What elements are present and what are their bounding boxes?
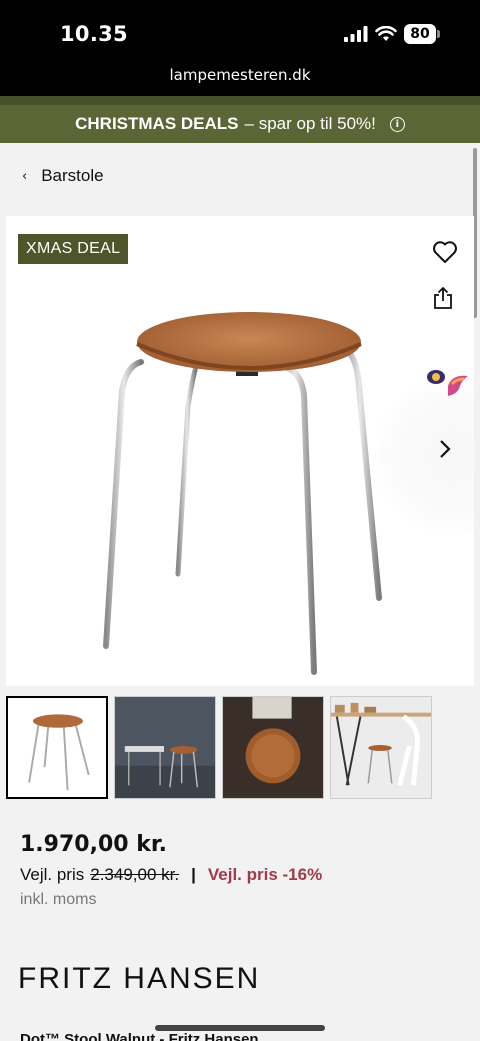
- vat-note: inkl. moms: [20, 891, 97, 908]
- price-separator: |: [191, 865, 196, 884]
- share-icon[interactable]: [432, 286, 454, 310]
- promo-bold: CHRISTMAS DEALS: [75, 114, 239, 133]
- price: 1.970,00 kr.: [20, 832, 167, 857]
- signal-icon: [344, 26, 368, 42]
- wifi-icon: [375, 26, 397, 41]
- status-time: 10.35: [60, 22, 128, 46]
- thumbnail-image: [115, 697, 215, 798]
- home-indicator[interactable]: [155, 1025, 325, 1031]
- thumbnail-image: [331, 697, 431, 798]
- brand-logo[interactable]: FRITZ HANSEN: [18, 962, 260, 996]
- battery-level: 80: [404, 24, 436, 44]
- thumbnail-image: [8, 698, 106, 797]
- thumbnail-strip: [6, 696, 432, 799]
- discount-label: Vejl. pris -16%: [207, 865, 323, 884]
- thumbnail-3[interactable]: [222, 696, 324, 799]
- price-block: 1.970,00 kr. Vejl. pris 2.349,00 kr. | V…: [20, 832, 322, 909]
- thumbnail-1[interactable]: [6, 696, 108, 799]
- breadcrumb-label[interactable]: Barstole: [41, 166, 103, 186]
- xmas-deal-badge: XMAS DEAL: [18, 234, 129, 264]
- thumbnail-image: [223, 697, 323, 798]
- promo-text: – spar op til 50%!: [244, 114, 376, 133]
- breadcrumb[interactable]: ‹ Barstole: [22, 166, 104, 186]
- heart-icon[interactable]: [432, 240, 458, 264]
- rrp-label: Vejl. pris: [20, 865, 85, 884]
- rrp-value: 2.349,00 kr.: [90, 865, 180, 884]
- promo-banner[interactable]: CHRISTMAS DEALS – spar op til 50%! i: [0, 96, 480, 143]
- chevron-right-icon[interactable]: [438, 438, 452, 460]
- battery-tip: [437, 30, 440, 38]
- status-bar: 10.35 80 lampemesteren.dk: [0, 0, 480, 96]
- status-icons: 80: [344, 24, 440, 44]
- info-icon[interactable]: i: [389, 116, 405, 132]
- product-title: Dot™ Stool Walnut - Fritz Hansen: [20, 1031, 259, 1041]
- product-image: [103, 312, 382, 675]
- thumbnail-4[interactable]: [330, 696, 432, 799]
- rrp-line: Vejl. pris 2.349,00 kr. | Vejl. pris -16…: [20, 865, 322, 885]
- chevron-left-icon[interactable]: ‹: [22, 169, 27, 184]
- battery-icon: 80: [404, 24, 440, 44]
- url-bar[interactable]: lampemesteren.dk: [0, 66, 480, 84]
- product-image-gallery[interactable]: XMAS DEAL: [6, 216, 474, 686]
- chat-widget-icon[interactable]: [426, 366, 472, 402]
- thumbnail-2[interactable]: [114, 696, 216, 799]
